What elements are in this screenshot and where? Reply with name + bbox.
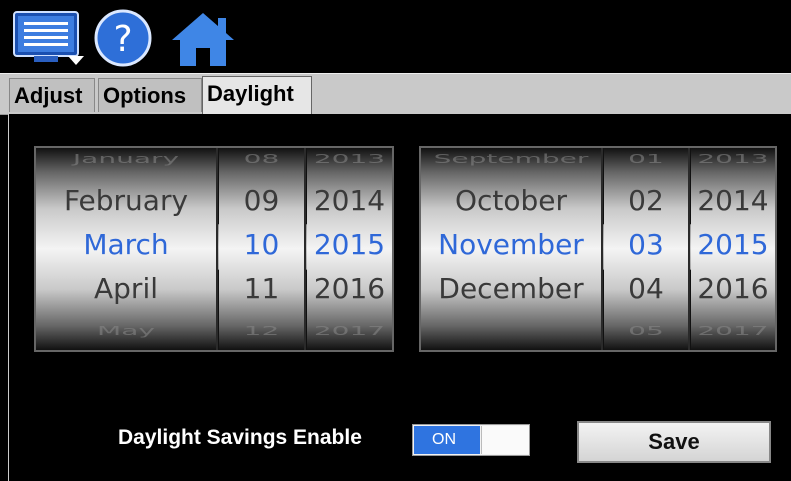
wheel-item: 2013	[697, 151, 769, 166]
monitor-icon[interactable]	[10, 10, 86, 66]
tab-daylight[interactable]: Daylight	[202, 76, 312, 114]
tab-adjust[interactable]: Adjust	[9, 78, 95, 112]
wheel-item: 2013	[313, 151, 386, 166]
tab-bar: Adjust Options Daylight	[0, 73, 791, 115]
end-day-wheel[interactable]: 01 02 03 04 05	[604, 148, 690, 350]
wheel-item: 2016	[313, 272, 386, 305]
wheel-item: January	[72, 151, 180, 166]
wheel-item: 2017	[313, 323, 386, 338]
wheel-item: April	[94, 272, 158, 305]
end-year-wheel[interactable]: 2013 2014 2015 2016 2017	[691, 148, 775, 350]
toggle-state: ON	[414, 426, 480, 454]
wheel-item: 04	[628, 272, 664, 305]
start-day-wheel[interactable]: 08 09 10 11 12	[219, 148, 306, 350]
end-month-selected: November	[438, 228, 584, 261]
start-month-wheel[interactable]: January February March April May	[36, 148, 218, 350]
wheel-item: 2014	[313, 184, 386, 217]
end-year-selected: 2015	[697, 228, 769, 261]
wheel-item: 11	[243, 272, 280, 305]
start-year-selected: 2015	[313, 228, 386, 261]
daylight-savings-label: Daylight Savings Enable	[118, 426, 362, 449]
daylight-savings-toggle[interactable]: ON	[412, 424, 530, 456]
end-day-selected: 03	[628, 228, 664, 261]
start-day-selected: 10	[243, 228, 280, 261]
end-date-picker[interactable]: September October November December 01 0…	[419, 146, 777, 352]
tab-options[interactable]: Options	[98, 78, 202, 112]
wheel-item: 2017	[697, 323, 769, 338]
wheel-item: 01	[628, 151, 664, 166]
save-button[interactable]: Save	[577, 421, 771, 463]
wheel-item: December	[438, 272, 584, 305]
help-icon[interactable]: ?	[92, 8, 154, 68]
toggle-knob[interactable]	[481, 426, 529, 454]
home-icon[interactable]	[168, 10, 238, 68]
start-month-selected: March	[83, 228, 169, 261]
end-month-wheel[interactable]: September October November December	[421, 148, 603, 350]
wheel-item: 02	[628, 184, 664, 217]
wheel-item: February	[63, 184, 189, 217]
wheel-item: 09	[243, 184, 280, 217]
wheel-item: October	[454, 184, 568, 217]
wheel-item: September	[433, 151, 589, 166]
start-date-picker[interactable]: January February March April May 08 09 1…	[34, 146, 394, 352]
wheel-item: 12	[243, 323, 280, 338]
start-year-wheel[interactable]: 2013 2014 2015 2016 2017	[307, 148, 392, 350]
wheel-item: May	[97, 323, 155, 338]
wheel-item: 05	[628, 323, 664, 338]
wheel-item: 08	[243, 151, 280, 166]
wheel-item: 2016	[697, 272, 769, 305]
top-toolbar: ?	[0, 0, 791, 72]
wheel-item: 2014	[697, 184, 769, 217]
svg-text:?: ?	[113, 19, 132, 60]
